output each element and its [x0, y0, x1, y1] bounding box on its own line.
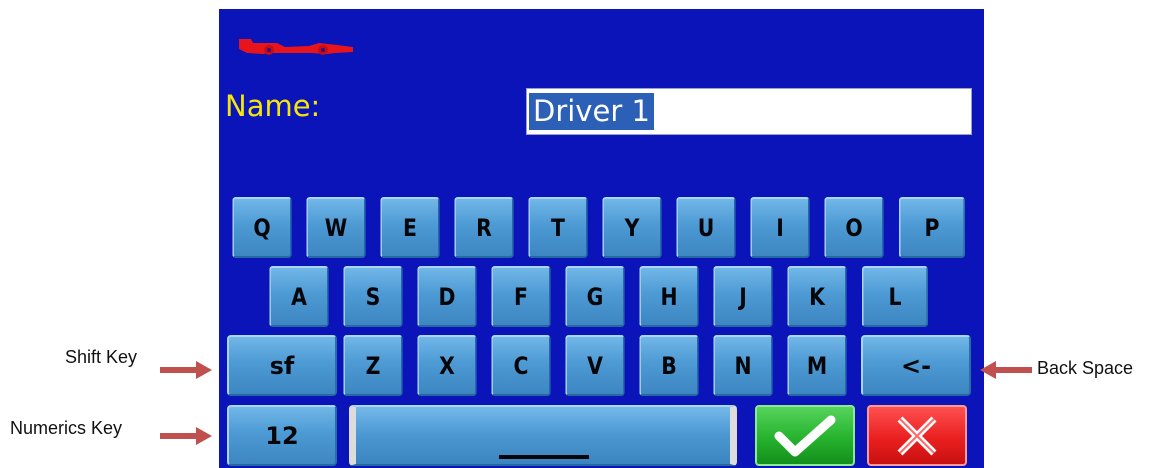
key-l[interactable]: L — [861, 266, 929, 327]
key-f[interactable]: F — [491, 266, 551, 327]
space-underline — [499, 455, 589, 459]
numerics-key[interactable]: 12 — [227, 405, 337, 466]
key-o[interactable]: O — [824, 197, 884, 258]
key-c[interactable]: C — [491, 335, 551, 396]
space-bar[interactable] — [349, 405, 737, 466]
key-v[interactable]: V — [565, 335, 625, 396]
key-j[interactable]: J — [713, 266, 773, 327]
key-d[interactable]: D — [417, 266, 477, 327]
key-g[interactable]: G — [565, 266, 625, 327]
key-t[interactable]: T — [528, 197, 588, 258]
key-u[interactable]: U — [676, 197, 736, 258]
shift-key-annotation: Shift Key — [65, 347, 138, 367]
key-a[interactable]: A — [269, 266, 329, 327]
race-car-icon — [237, 35, 355, 62]
back-space-annotation: Back Space — [1037, 358, 1134, 378]
key-r[interactable]: R — [454, 197, 514, 258]
key-m[interactable]: M — [787, 335, 847, 396]
key-y[interactable]: Y — [602, 197, 662, 258]
name-input-value: Driver 1 — [529, 93, 654, 130]
arrow-right-icon — [160, 427, 212, 445]
key-k[interactable]: K — [787, 266, 847, 327]
x-icon — [897, 416, 937, 455]
shift-key[interactable]: sf — [227, 335, 337, 396]
key-s[interactable]: S — [343, 266, 403, 327]
cancel-button[interactable] — [867, 405, 967, 466]
key-b[interactable]: B — [639, 335, 699, 396]
key-x[interactable]: X — [417, 335, 477, 396]
key-p[interactable]: P — [898, 197, 966, 258]
key-z[interactable]: Z — [343, 335, 403, 396]
key-i[interactable]: I — [750, 197, 810, 258]
checkmark-icon — [774, 415, 836, 456]
backspace-key[interactable]: <- — [861, 335, 971, 396]
key-q[interactable]: Q — [232, 197, 292, 258]
arrow-left-icon — [980, 361, 1032, 379]
key-w[interactable]: W — [306, 197, 366, 258]
name-label: Name: — [225, 89, 321, 123]
keyboard-dialog: Name: Driver 1 Q W E R T Y U I O P A S D… — [219, 9, 984, 468]
key-h[interactable]: H — [639, 266, 699, 327]
confirm-button[interactable] — [755, 405, 855, 466]
key-e[interactable]: E — [380, 197, 440, 258]
key-n[interactable]: N — [713, 335, 773, 396]
numerics-key-annotation: Numerics Key — [10, 418, 123, 438]
arrow-right-icon — [160, 361, 212, 379]
name-input[interactable]: Driver 1 — [526, 88, 972, 135]
